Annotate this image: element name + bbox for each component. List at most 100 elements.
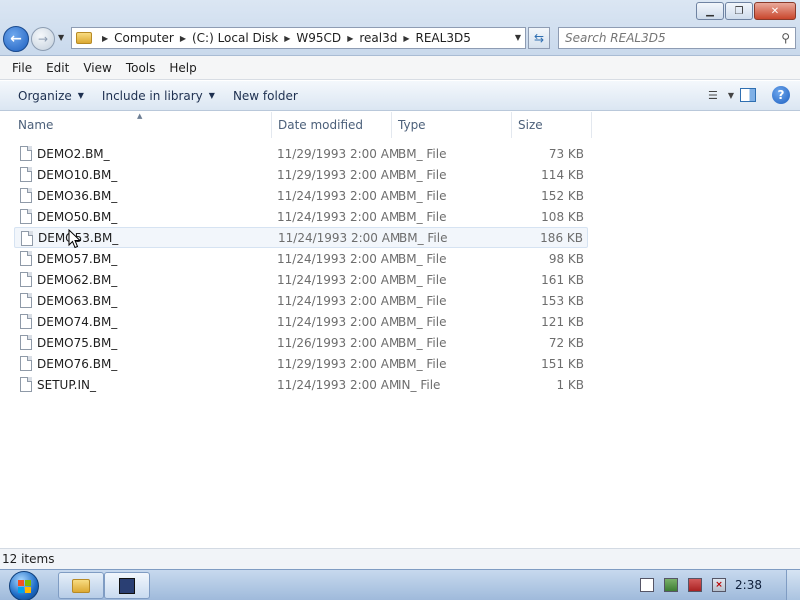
address-bar[interactable]: ▶ Computer ▶ (C:) Local Disk ▶ W95CD ▶ r… bbox=[71, 27, 526, 49]
file-date: 11/24/1993 2:00 AM bbox=[277, 314, 400, 329]
file-name: DEMO57.BM_ bbox=[37, 251, 118, 266]
file-type: IN_ File bbox=[398, 377, 441, 392]
crumb-w95cd[interactable]: W95CD bbox=[296, 31, 341, 45]
file-name: DEMO10.BM_ bbox=[37, 167, 118, 182]
table-row[interactable]: SETUP.IN_ 11/24/1993 2:00 AM IN_ File 1 … bbox=[14, 374, 588, 395]
file-date: 11/24/1993 2:00 AM bbox=[277, 251, 400, 266]
change-view-button[interactable]: ☰ ▼ bbox=[708, 88, 734, 102]
menu-help[interactable]: Help bbox=[169, 61, 196, 75]
menu-view[interactable]: View bbox=[83, 61, 111, 75]
table-row-hovered[interactable]: DEMO53.BM_ 11/24/1993 2:00 AM BM_ File 1… bbox=[14, 227, 588, 248]
title-bar: ▁ ❐ ✕ ← → ▼ ▶ Computer ▶ (C:) Local Disk… bbox=[0, 0, 800, 56]
document-icon bbox=[20, 314, 32, 329]
file-date: 11/29/1993 2:00 AM bbox=[277, 167, 400, 182]
refresh-icon: ⇆ bbox=[533, 31, 545, 45]
file-date: 11/24/1993 2:00 AM bbox=[277, 188, 400, 203]
chevron-right-icon[interactable]: ▶ bbox=[180, 34, 186, 43]
document-icon bbox=[20, 293, 32, 308]
search-box[interactable]: ⚲ bbox=[558, 27, 796, 49]
menu-tools[interactable]: Tools bbox=[126, 61, 156, 75]
file-size: 72 KB bbox=[548, 335, 584, 350]
taskbar: × 2:38 bbox=[0, 569, 800, 600]
file-type: BM_ File bbox=[398, 314, 447, 329]
windows-logo-icon bbox=[18, 580, 31, 593]
chevron-right-icon[interactable]: ▶ bbox=[102, 34, 108, 43]
start-button[interactable] bbox=[9, 571, 39, 600]
crumb-local-disk[interactable]: (C:) Local Disk bbox=[192, 31, 278, 45]
refresh-button[interactable]: ⇆ bbox=[528, 27, 550, 49]
table-row[interactable]: DEMO50.BM_ 11/24/1993 2:00 AM BM_ File 1… bbox=[14, 206, 588, 227]
file-type: BM_ File bbox=[399, 230, 448, 245]
forward-arrow-icon: → bbox=[37, 32, 49, 46]
system-tray: × bbox=[640, 578, 726, 592]
file-type: BM_ File bbox=[398, 209, 447, 224]
new-folder-button[interactable]: New folder bbox=[233, 89, 298, 103]
table-row[interactable]: DEMO57.BM_ 11/24/1993 2:00 AM BM_ File 9… bbox=[14, 248, 588, 269]
taskbar-explorer-button[interactable] bbox=[58, 572, 104, 599]
file-size: 151 KB bbox=[541, 356, 584, 371]
mouse-pointer-icon bbox=[68, 229, 82, 249]
file-type: BM_ File bbox=[398, 272, 447, 287]
document-icon bbox=[21, 231, 33, 246]
magnifier-icon[interactable]: ⚲ bbox=[781, 31, 790, 45]
new-folder-label: New folder bbox=[232, 88, 298, 103]
column-name[interactable]: Name bbox=[12, 112, 272, 138]
file-type: BM_ File bbox=[398, 251, 447, 266]
table-row[interactable]: DEMO74.BM_ 11/24/1993 2:00 AM BM_ File 1… bbox=[14, 311, 588, 332]
menu-edit[interactable]: Edit bbox=[46, 61, 69, 75]
back-button[interactable]: ← bbox=[3, 26, 29, 52]
clock[interactable]: 2:38 bbox=[735, 578, 762, 592]
crumb-real3d5[interactable]: REAL3D5 bbox=[416, 31, 471, 45]
file-size: 114 KB bbox=[541, 167, 584, 182]
column-date-modified[interactable]: Date modified bbox=[272, 112, 392, 138]
details-view-icon: ☰ bbox=[708, 88, 718, 102]
menu-file[interactable]: File bbox=[12, 61, 32, 75]
file-size: 73 KB bbox=[548, 146, 584, 161]
file-size: 152 KB bbox=[541, 188, 584, 203]
recent-pages-dropdown[interactable]: ▼ bbox=[58, 33, 64, 42]
volume-muted-icon[interactable]: × bbox=[712, 578, 726, 592]
search-input[interactable] bbox=[565, 31, 765, 45]
show-desktop-button[interactable] bbox=[786, 570, 800, 600]
table-row[interactable]: DEMO62.BM_ 11/24/1993 2:00 AM BM_ File 1… bbox=[14, 269, 588, 290]
forward-button[interactable]: → bbox=[31, 27, 55, 51]
close-button[interactable]: ✕ bbox=[754, 2, 796, 20]
item-count: 12 items bbox=[2, 552, 55, 566]
table-row[interactable]: DEMO10.BM_ 11/29/1993 2:00 AM BM_ File 1… bbox=[14, 164, 588, 185]
back-arrow-icon: ← bbox=[10, 31, 22, 47]
view-controls: ☰ ▼ ? bbox=[708, 86, 790, 104]
crumb-computer[interactable]: Computer bbox=[114, 31, 174, 45]
network-icon[interactable] bbox=[664, 578, 678, 592]
table-row[interactable]: DEMO63.BM_ 11/24/1993 2:00 AM BM_ File 1… bbox=[14, 290, 588, 311]
chevron-down-icon: ▼ bbox=[77, 91, 84, 100]
table-row[interactable]: DEMO75.BM_ 11/26/1993 2:00 AM BM_ File 7… bbox=[14, 332, 588, 353]
command-bar: Organize ▼ Include in library ▼ New fold… bbox=[0, 81, 800, 111]
action-center-icon[interactable] bbox=[640, 578, 654, 592]
breadcrumb: ▶ Computer ▶ (C:) Local Disk ▶ W95CD ▶ r… bbox=[96, 31, 471, 45]
table-row[interactable]: DEMO36.BM_ 11/24/1993 2:00 AM BM_ File 1… bbox=[14, 185, 588, 206]
column-size[interactable]: Size bbox=[512, 112, 592, 138]
table-row[interactable]: DEMO76.BM_ 11/29/1993 2:00 AM BM_ File 1… bbox=[14, 353, 588, 374]
address-dropdown-icon[interactable]: ▼ bbox=[515, 33, 521, 42]
file-size: 1 KB bbox=[556, 377, 584, 392]
crumb-real3d[interactable]: real3d bbox=[359, 31, 397, 45]
chevron-down-icon: ▼ bbox=[727, 90, 735, 100]
chevron-right-icon[interactable]: ▶ bbox=[347, 34, 353, 43]
table-row[interactable]: DEMO2.BM_ 11/29/1993 2:00 AM BM_ File 73… bbox=[14, 143, 588, 164]
file-name: DEMO75.BM_ bbox=[37, 335, 118, 350]
chevron-right-icon[interactable]: ▶ bbox=[284, 34, 290, 43]
maximize-button[interactable]: ❐ bbox=[725, 2, 753, 20]
question-mark-icon[interactable]: ? bbox=[772, 86, 790, 104]
menu-bar: File Edit View Tools Help bbox=[0, 56, 800, 80]
minimize-button[interactable]: ▁ bbox=[696, 2, 724, 20]
chevron-right-icon[interactable]: ▶ bbox=[403, 34, 409, 43]
document-icon bbox=[20, 272, 32, 287]
taskbar-app-button[interactable] bbox=[104, 572, 150, 599]
organize-button[interactable]: Organize ▼ bbox=[18, 89, 84, 103]
include-in-library-button[interactable]: Include in library ▼ bbox=[102, 89, 215, 103]
file-name: DEMO76.BM_ bbox=[37, 356, 118, 371]
column-type[interactable]: Type bbox=[392, 112, 512, 138]
display-icon[interactable] bbox=[688, 578, 702, 592]
file-date: 11/24/1993 2:00 AM bbox=[277, 293, 400, 308]
preview-pane-icon[interactable] bbox=[740, 88, 756, 102]
